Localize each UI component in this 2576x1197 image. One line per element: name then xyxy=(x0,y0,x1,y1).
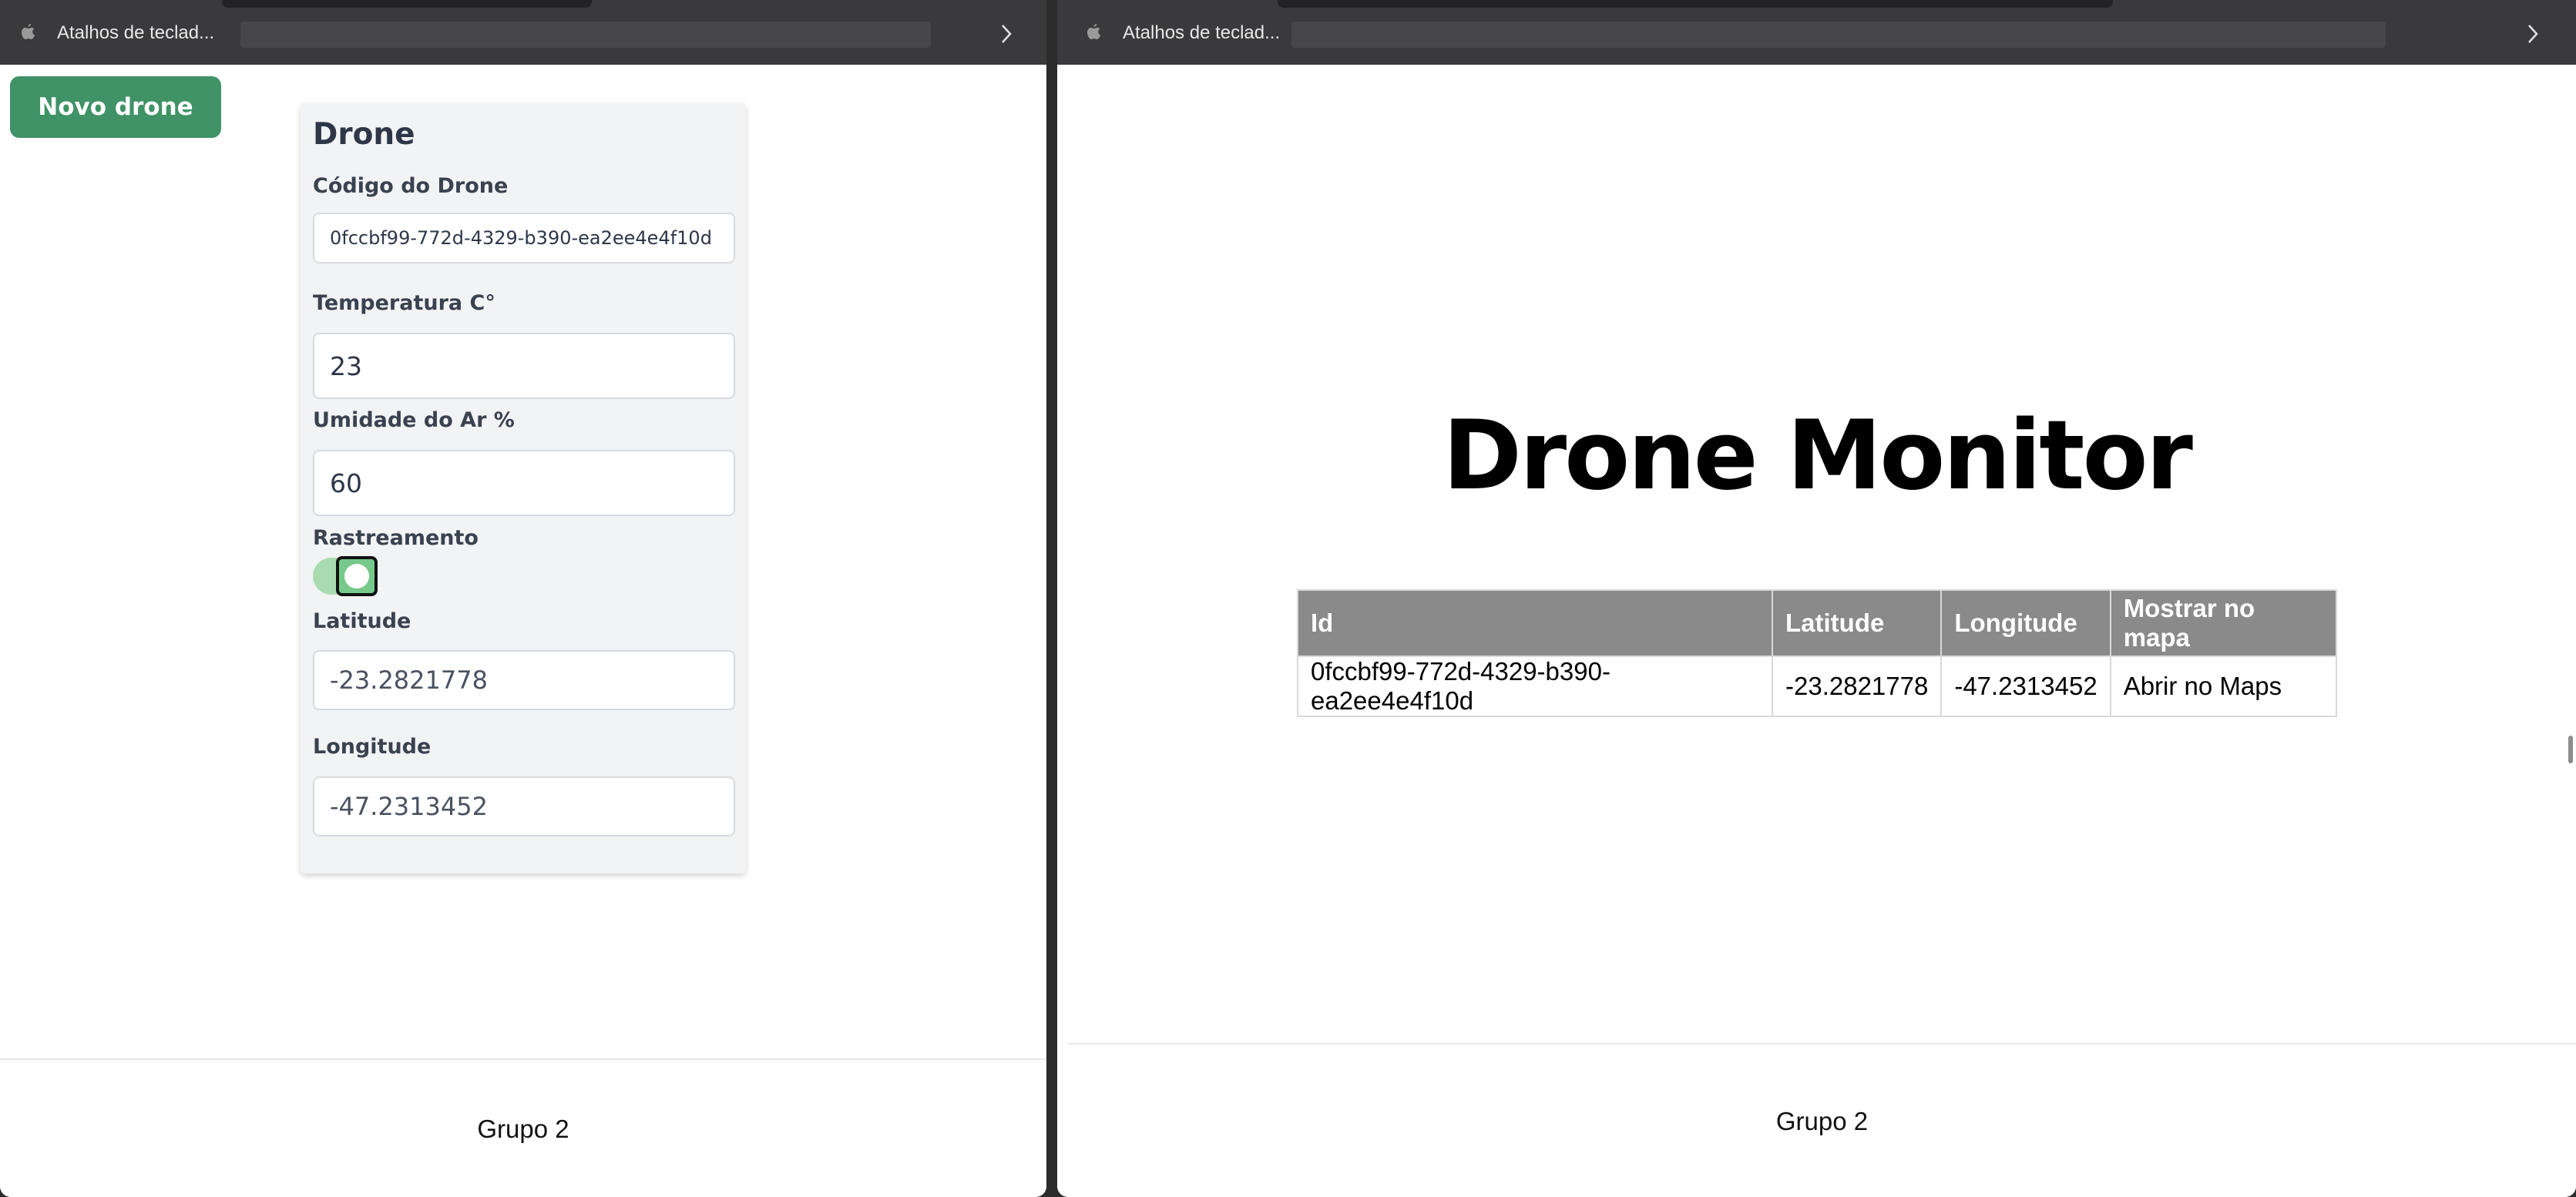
bookmark-placeholder xyxy=(1291,22,2386,48)
new-drone-button[interactable]: Novo drone xyxy=(10,76,221,138)
tracking-toggle[interactable] xyxy=(313,556,379,596)
drone-form-card: Drone Código do Drone 0fccbf99-772d-4329… xyxy=(301,103,746,873)
drone-code-field[interactable]: 0fccbf99-772d-4329-b390-ea2ee4e4f10d xyxy=(313,213,735,263)
temperature-label: Temperatura C° xyxy=(313,291,495,315)
code-label: Código do Drone xyxy=(313,174,509,198)
header-latitude: Latitude xyxy=(1771,589,1943,657)
bookmarks-bar: Atalhos de teclad... xyxy=(1057,0,2576,65)
cell-latitude: -23.2821778 xyxy=(1771,656,1943,717)
tab-strip-edge xyxy=(222,0,592,8)
bookmark-label: Atalhos de teclad... xyxy=(57,22,215,43)
longitude-field[interactable]: -47.2313452 xyxy=(313,776,735,837)
bookmark-atalhos[interactable]: Atalhos de teclad... xyxy=(20,20,214,46)
tracking-label: Rastreamento xyxy=(313,526,479,550)
drone-form-page: Novo drone Drone Código do Drone 0fccbf9… xyxy=(0,65,1046,1197)
header-show-map: Mostrar no mapa xyxy=(2109,589,2337,657)
table-row: 0fccbf99-772d-4329-b390-ea2ee4e4f10d -23… xyxy=(1297,656,2337,717)
bookmark-label: Atalhos de teclad... xyxy=(1123,22,1281,43)
toggle-focus-ring xyxy=(336,556,378,596)
right-browser-window: Atalhos de teclad... Drone Monitor Id La… xyxy=(1057,0,2576,1197)
scrollbar-thumb[interactable] xyxy=(2568,736,2573,763)
drone-table: Id Latitude Longitude Mostrar no mapa 0f… xyxy=(1297,589,2337,717)
table-header-row: Id Latitude Longitude Mostrar no mapa xyxy=(1297,589,2337,657)
header-longitude: Longitude xyxy=(1940,589,2111,657)
footer-text: Grupo 2 xyxy=(477,1115,569,1143)
humidity-field[interactable]: 60 xyxy=(313,450,735,516)
tab-strip-edge xyxy=(1278,0,2113,8)
latitude-field[interactable]: -23.2821778 xyxy=(313,650,735,710)
drone-monitor-page: Drone Monitor Id Latitude Longitude Most… xyxy=(1057,65,2576,1197)
temperature-field[interactable]: 23 xyxy=(313,333,735,399)
cell-id: 0fccbf99-772d-4329-b390-ea2ee4e4f10d xyxy=(1297,656,1773,717)
chevron-right-icon[interactable] xyxy=(995,20,1018,48)
form-title: Drone xyxy=(313,117,415,152)
right-footer: Grupo 2 xyxy=(1068,1043,2576,1197)
latitude-label: Latitude xyxy=(313,609,411,633)
bookmarks-bar: Atalhos de teclad... xyxy=(0,0,1046,65)
apple-icon xyxy=(1086,23,1103,43)
apple-icon xyxy=(20,23,37,43)
footer-text: Grupo 2 xyxy=(1775,1107,1869,1135)
page-title: Drone Monitor xyxy=(1442,401,2193,511)
open-in-maps-link[interactable]: Abrir no Maps xyxy=(2109,656,2337,717)
cell-longitude: -47.2313452 xyxy=(1940,656,2111,717)
bookmark-placeholder xyxy=(240,22,931,48)
humidity-label: Umidade do Ar % xyxy=(313,408,515,432)
left-footer: Grupo 2 xyxy=(0,1058,1046,1197)
left-browser-window: Atalhos de teclad... Novo drone Drone Có… xyxy=(0,0,1046,1197)
bookmark-atalhos[interactable]: Atalhos de teclad... xyxy=(1086,20,1280,46)
toggle-knob xyxy=(344,564,369,588)
chevron-right-icon[interactable] xyxy=(2521,20,2544,48)
longitude-label: Longitude xyxy=(313,735,432,759)
header-id: Id xyxy=(1297,589,1773,657)
